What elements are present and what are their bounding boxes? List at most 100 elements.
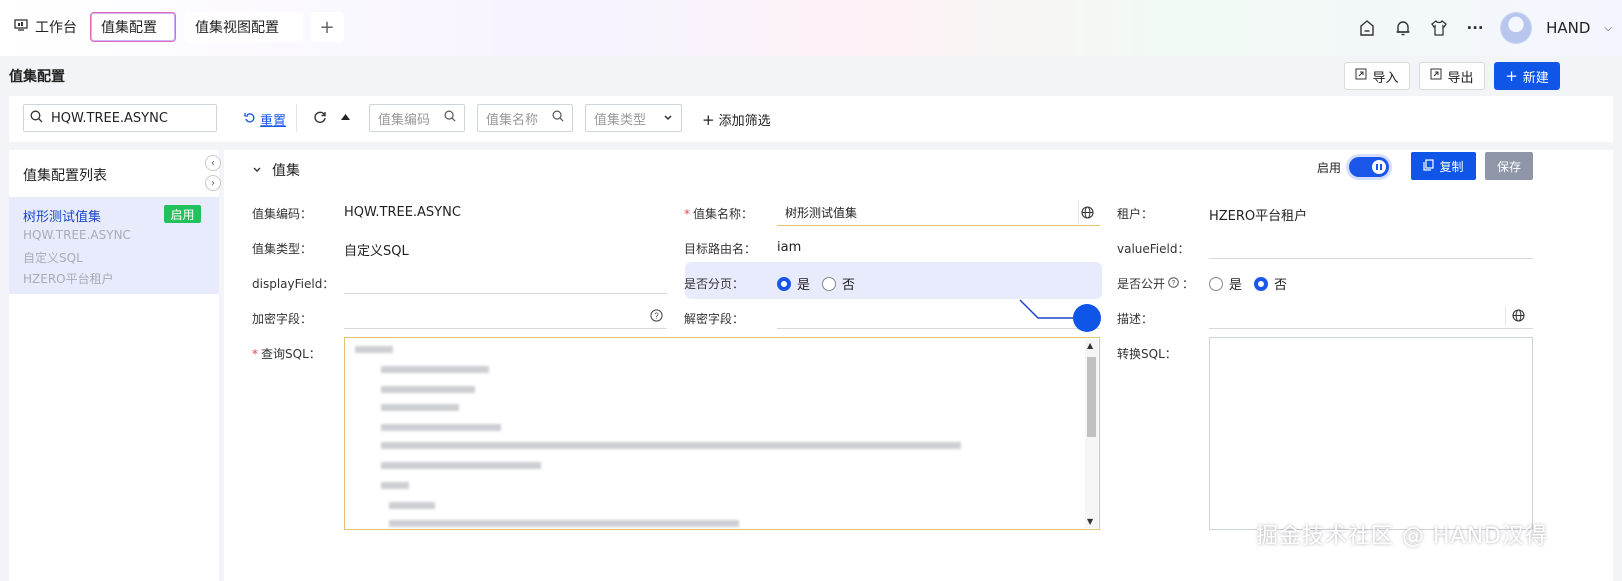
copy-button[interactable]: 复制 (1411, 152, 1476, 180)
add-tab-button[interactable]: + (310, 12, 344, 42)
blurred-sql-line (355, 346, 393, 353)
status-badge: 启用 (164, 205, 201, 223)
more-icon[interactable]: ··· (1464, 17, 1486, 39)
value-set-type-placeholder: 值集类型 (594, 112, 647, 128)
export-label: 导出 (1447, 70, 1474, 86)
blurred-sql-line (381, 482, 409, 489)
paged-yes-label[interactable]: 是 (797, 274, 810, 293)
user-name[interactable]: HAND (1546, 19, 1590, 37)
public-label-wrap: 是否公开 ? ： (1117, 275, 1194, 292)
shirt-icon[interactable] (1428, 17, 1450, 39)
public-radio-group: 是 否 (1209, 274, 1287, 293)
public-colon: ： (1182, 277, 1195, 291)
scrollbar-thumb[interactable] (1087, 357, 1096, 437)
paged-no-label[interactable]: 否 (842, 274, 855, 293)
value-field-input[interactable] (1209, 236, 1533, 259)
value-set-type-filter[interactable]: 值集类型 (585, 104, 682, 132)
tenant-value: HZERO平台租户 (1209, 209, 1308, 224)
convert-sql-textarea[interactable] (1209, 337, 1533, 530)
tenant-label: 租户： (1117, 207, 1154, 221)
top-right-toolbar: ··· HAND ⌵ (1356, 12, 1612, 44)
tab-value-set-config-label: 值集配置 (101, 20, 157, 36)
help-icon[interactable]: ? (650, 309, 663, 326)
scrollbar[interactable]: ▲ ▼ (1085, 339, 1098, 528)
chevron-left-icon[interactable]: ‹ (205, 155, 221, 171)
public-yes-radio[interactable] (1209, 276, 1223, 291)
description-input[interactable] (1209, 306, 1533, 329)
save-button[interactable]: 保存 (1485, 152, 1533, 180)
required-mark: * (252, 347, 258, 361)
display-field-input[interactable] (344, 271, 667, 294)
public-no-label[interactable]: 否 (1274, 274, 1287, 293)
tab-value-set-config[interactable]: 值集配置 (90, 12, 176, 42)
scroll-down-icon[interactable]: ▼ (1087, 517, 1093, 526)
public-no-radio[interactable] (1254, 276, 1269, 291)
list-item-title[interactable]: 树形测试值集 (23, 206, 101, 225)
watermark: 掘金技术社区 @ HAND汉得 (1256, 524, 1548, 549)
home-icon[interactable] (1356, 17, 1378, 39)
desc-label: 描述： (1117, 312, 1154, 326)
blurred-sql-line (389, 520, 739, 527)
sql-label: 查询SQL： (261, 347, 321, 361)
required-mark: * (684, 207, 690, 221)
import-label: 导入 (1372, 70, 1399, 86)
paged-label: 是否分页： (684, 277, 745, 291)
help-icon[interactable]: ? (1168, 276, 1179, 291)
search-icon (444, 110, 456, 126)
blurred-sql-line (381, 462, 541, 469)
page-title: 值集配置 (9, 69, 65, 85)
value-set-code-filter[interactable]: 值集编码 (369, 104, 465, 132)
search-icon (552, 110, 564, 126)
chevron-down-icon[interactable]: ⌵ (1604, 23, 1612, 34)
undo-icon (244, 112, 256, 128)
query-sql-textarea[interactable]: ▲ ▼ (344, 337, 1100, 530)
globe-icon[interactable] (1081, 206, 1094, 223)
scroll-up-icon[interactable]: ▲ (1087, 341, 1093, 350)
bell-icon[interactable] (1392, 17, 1414, 39)
search-input[interactable]: HQW.TREE.ASYNC (23, 104, 217, 132)
refresh-icon[interactable] (313, 110, 327, 128)
plus-icon: + (1505, 67, 1518, 85)
svg-text:?: ? (1172, 280, 1176, 287)
globe-icon[interactable] (1512, 309, 1525, 326)
svg-text:?: ? (654, 312, 659, 321)
chevron-right-icon[interactable]: › (205, 175, 221, 191)
blurred-sql-line (381, 366, 489, 373)
name-label-wrap: * 值集名称： (684, 205, 753, 222)
caret-up-icon[interactable] (340, 111, 351, 126)
paged-no-radio[interactable] (822, 276, 837, 291)
sql-label-wrap: * 查询SQL： (252, 345, 321, 362)
chevron-down-icon (663, 111, 673, 126)
tab-workbench[interactable]: 工作台 (4, 12, 87, 42)
paged-radio-group: 是 否 (777, 274, 855, 293)
search-value: HQW.TREE.ASYNC (51, 110, 168, 126)
public-yes-label[interactable]: 是 (1229, 274, 1242, 293)
blurred-sql-line (381, 386, 475, 393)
name-label: 值集名称： (693, 207, 754, 221)
add-filter-button[interactable]: + 添加筛选 (702, 110, 771, 130)
value-field-label: valueField： (1117, 242, 1190, 256)
import-icon (1355, 68, 1367, 84)
chevron-down-icon[interactable] (252, 162, 262, 178)
convert-sql-label: 转换SQL： (1117, 347, 1177, 361)
tab-workbench-label: 工作台 (35, 20, 77, 36)
enabled-toggle[interactable] (1349, 157, 1389, 177)
export-button[interactable]: 导出 (1419, 62, 1485, 90)
reset-label: 重置 (260, 114, 287, 129)
type-label: 值集类型： (252, 242, 313, 256)
export-icon (1430, 68, 1442, 84)
section-header[interactable]: 值集 (252, 160, 300, 180)
new-button[interactable]: + 新建 (1494, 62, 1560, 90)
tab-value-set-view-config[interactable]: 值集视图配置 (185, 12, 303, 42)
reset-button[interactable]: 重置 (244, 110, 286, 129)
code-label: 值集编码： (252, 207, 313, 221)
avatar[interactable] (1500, 12, 1533, 44)
value-set-name-input[interactable]: 树形测试值集 (777, 200, 1100, 226)
list-item-type: 自定义SQL (23, 251, 83, 265)
list-item-tenant: HZERO平台租户 (23, 272, 114, 286)
paged-yes-radio[interactable] (777, 276, 791, 291)
copy-label: 复制 (1439, 159, 1464, 174)
value-set-name-filter[interactable]: 值集名称 (477, 104, 573, 132)
encrypt-field-input[interactable] (344, 306, 667, 329)
import-button[interactable]: 导入 (1344, 62, 1410, 90)
